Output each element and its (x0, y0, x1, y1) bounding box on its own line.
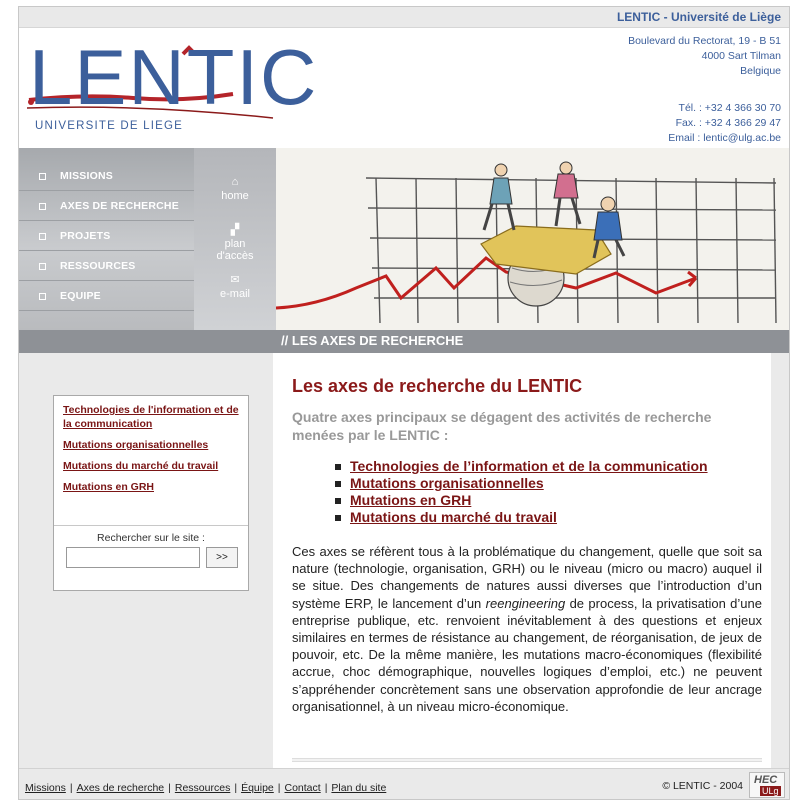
square-bullet-icon (335, 514, 341, 521)
ulg-logo-text: ULg (760, 786, 781, 796)
email-link[interactable]: ✉ e-mail (194, 274, 276, 300)
home-link[interactable]: ⌂ home (194, 176, 276, 202)
content-divider (292, 758, 762, 762)
bullet-icon (39, 202, 46, 210)
nav-item-missions[interactable]: MISSIONS (19, 162, 194, 191)
page-frame: LENTIC - Université de Liège LENTIC UNIV… (18, 6, 790, 800)
header: LENTIC UNIVERSITE DE LIEGE Boulevard du … (19, 28, 789, 148)
sidebar-link-tic[interactable]: Technologies de l'information et de la c… (63, 403, 239, 431)
page-heading: Les axes de recherche du LENTIC (292, 376, 583, 396)
sidebar-link-mutations-grh[interactable]: Mutations en GRH (63, 480, 239, 494)
sidebar-box: Technologies de l'information et de la c… (53, 395, 249, 591)
nav-label: AXES DE RECHERCHE (60, 200, 179, 212)
search-label: Rechercher sur le site : (97, 532, 205, 544)
sidebar: Technologies de l'information et de la c… (19, 353, 273, 768)
search-input[interactable] (66, 547, 200, 568)
divider (54, 525, 248, 526)
square-bullet-icon (335, 463, 341, 470)
separator: | (234, 782, 238, 794)
plan-label: plan (224, 238, 246, 250)
acces-label: d'accès (216, 250, 254, 262)
list-item: Mutations du marché du travail (335, 509, 708, 526)
house-icon: ⌂ (231, 176, 239, 188)
right-margin (771, 353, 789, 768)
sitemap-icon: ▞ (230, 224, 240, 236)
footer-link-contact[interactable]: Contact (285, 782, 321, 794)
hec-ulg-logo[interactable]: HEC ULg (749, 772, 785, 798)
main-content: Les axes de recherche du LENTIC Quatre a… (273, 353, 771, 768)
separator: | (168, 782, 171, 794)
home-label: home (221, 190, 249, 202)
square-bullet-icon (335, 480, 341, 487)
footer-link-ressources[interactable]: Ressources (175, 782, 230, 794)
plan-acces-link[interactable]: ▞ plan d'accès (194, 224, 276, 262)
bullet-icon (39, 292, 46, 300)
address-block: Boulevard du Rectorat, 19 - B 51 4000 Sa… (628, 34, 781, 146)
separator: | (69, 782, 73, 794)
site-title: LENTIC - Université de Liège (616, 10, 781, 24)
list-item: Technologies de l’information et de la c… (335, 458, 708, 475)
bullet-icon (39, 262, 46, 270)
body-text-part: de process, la privatisation d’une entre… (292, 595, 762, 714)
logo-subtitle: UNIVERSITE DE LIEGE (35, 120, 184, 132)
banner: MISSIONS AXES DE RECHERCHE PROJETS RESSO… (19, 148, 789, 330)
footer-link-missions[interactable]: Missions (25, 782, 66, 794)
footer-links: Missions | Axes de recherche | Ressources | Éq… (25, 782, 386, 794)
bullet-icon (39, 172, 46, 180)
nav-label: EQUIPE (60, 290, 101, 302)
nav-item-projets[interactable]: PROJETS (19, 222, 194, 251)
hec-logo-text: HEC (754, 774, 778, 786)
fax: Fax. : +32 4 366 29 47 (675, 117, 781, 129)
logo-wordmark: LENTIC (29, 33, 319, 121)
section-title: // LES AXES DE RECHERCHE (281, 333, 464, 348)
axis-link-mutations-organisationnelles[interactable]: Mutations organisationnelles (350, 475, 544, 492)
nav-label: MISSIONS (60, 170, 113, 182)
search-submit-button[interactable]: >> (206, 547, 238, 568)
axis-link-mutations-grh[interactable]: Mutations en GRH (350, 492, 471, 509)
address-line: Belgique (740, 65, 781, 77)
main-nav: MISSIONS AXES DE RECHERCHE PROJETS RESSO… (19, 148, 194, 330)
nav-label: PROJETS (60, 230, 111, 242)
banner-illustration (276, 148, 789, 330)
footer-link-axes-de-recherche[interactable]: Axes de recherche (77, 782, 165, 794)
square-bullet-icon (335, 497, 341, 504)
list-item: Mutations organisationnelles (335, 475, 708, 492)
research-axes-list: Technologies de l’information et de la c… (335, 458, 708, 526)
nav-item-axes-de-recherche[interactable]: AXES DE RECHERCHE (19, 192, 194, 221)
section-bar: // LES AXES DE RECHERCHE (19, 330, 789, 353)
top-strip: LENTIC - Université de Liège (19, 7, 789, 28)
footer: Missions | Axes de recherche | Ressources | Éq… (19, 768, 789, 799)
address-line: 4000 Sart Tilman (701, 50, 781, 62)
copyright: © LENTIC - 2004 (662, 780, 743, 792)
separator: | (324, 782, 328, 794)
lead-text: Quatre axes principaux se dégagent des a… (292, 409, 712, 443)
body-text-emphasis: reengineering (485, 595, 566, 611)
address-line: Boulevard du Rectorat, 19 - B 51 (628, 35, 781, 47)
list-item: Mutations en GRH (335, 492, 708, 509)
nav-label: RESSOURCES (60, 260, 136, 272)
email-label: e-mail (220, 288, 250, 300)
bullet-icon (39, 232, 46, 240)
email-address[interactable]: Email : lentic@ulg.ac.be (628, 131, 781, 146)
sidebar-link-mutations-marche-travail[interactable]: Mutations du marché du travail (63, 459, 239, 473)
nav-item-equipe[interactable]: EQUIPE (19, 282, 194, 311)
axis-link-mutations-marche-travail[interactable]: Mutations du marché du travail (350, 509, 557, 526)
sidebar-link-mutations-organisationnelles[interactable]: Mutations organisationnelles (63, 438, 239, 452)
separator: | (277, 782, 281, 794)
footer-link-plan-du-site[interactable]: Plan du site (331, 782, 386, 794)
nav-item-ressources[interactable]: RESSOURCES (19, 252, 194, 281)
footer-link-equipe[interactable]: Équipe (241, 782, 274, 794)
sidebar-links: Technologies de l'information et de la c… (54, 396, 248, 494)
phone: Tél. : +32 4 366 30 70 (678, 102, 781, 114)
body-text: Ces axes se réfèrent tous à la problémat… (292, 543, 762, 715)
lentic-logo[interactable]: LENTIC UNIVERSITE DE LIEGE (23, 33, 316, 148)
envelope-icon: ✉ (230, 274, 240, 286)
quick-links: ⌂ home ▞ plan d'accès ✉ e-mail (194, 148, 276, 330)
axis-link-tic[interactable]: Technologies de l’information et de la c… (350, 458, 708, 475)
